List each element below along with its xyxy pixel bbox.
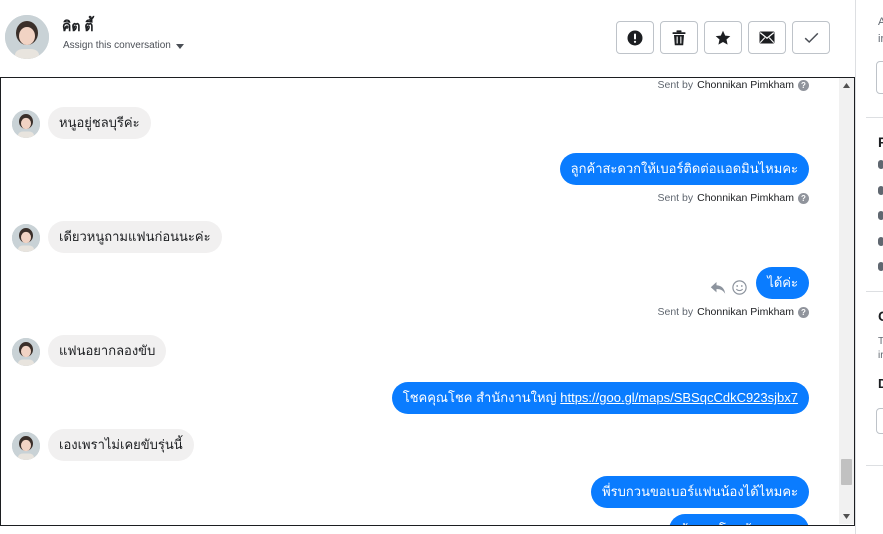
- panel-input[interactable]: [876, 61, 883, 94]
- star-button[interactable]: [704, 21, 742, 54]
- contact-avatar-small[interactable]: [12, 338, 40, 366]
- incoming-message[interactable]: หนูอยู่ชลบุรีค่ะ: [48, 107, 151, 139]
- incoming-message[interactable]: เดียวหนูถามแฟนก่อนนะค่ะ: [48, 221, 222, 253]
- message-thread[interactable]: Sent by Chonnikan Pimkham ? หนูอยู่ชลบุร…: [0, 77, 855, 526]
- conversation-header: คิต ตี้ Assign this conversation: [0, 0, 855, 78]
- panel-text: T: [878, 336, 883, 347]
- mark-done-button[interactable]: [792, 21, 830, 54]
- conversation-actions: [616, 21, 830, 54]
- assign-label: Assign this conversation: [63, 40, 171, 51]
- outgoing-message[interactable]: ได้ค่ะ: [756, 267, 809, 299]
- checkmark-icon: [804, 32, 818, 43]
- panel-text: A: [878, 16, 883, 28]
- incoming-message[interactable]: เองเพราไม่เคยขับรุ่นนี้: [48, 429, 194, 461]
- envelope-icon: [759, 31, 775, 44]
- panel-info-icon: [878, 160, 883, 169]
- mark-spam-button[interactable]: [616, 21, 654, 54]
- contact-avatar-small[interactable]: [12, 110, 40, 138]
- incoming-message[interactable]: แฟนอยากลองขับ: [48, 335, 167, 367]
- contact-avatar-small[interactable]: [12, 224, 40, 252]
- thread-scrollbar[interactable]: [839, 78, 854, 524]
- sender-name[interactable]: Chonnikan Pimkham: [697, 79, 794, 91]
- contact-avatar[interactable]: [5, 15, 49, 59]
- sender-name[interactable]: Chonnikan Pimkham: [697, 192, 794, 204]
- contact-avatar-small[interactable]: [12, 432, 40, 460]
- caret-down-icon: [175, 43, 184, 49]
- help-icon[interactable]: ?: [798, 79, 809, 91]
- sent-by-label: Sent by Chonnikan Pimkham ?: [658, 79, 809, 91]
- scroll-down-arrow-icon[interactable]: [839, 509, 854, 524]
- scrollbar-thumb[interactable]: [841, 459, 852, 485]
- reply-icon[interactable]: [710, 281, 726, 295]
- scroll-up-arrow-icon[interactable]: [839, 78, 854, 93]
- sent-by-label: Sent by Chonnikan Pimkham ?: [658, 306, 809, 318]
- mark-unread-button[interactable]: [748, 21, 786, 54]
- trash-icon: [672, 29, 686, 45]
- panel-info-icon: [878, 211, 883, 220]
- panel-section-title: D: [878, 376, 883, 391]
- divider: [866, 465, 883, 466]
- sender-name[interactable]: Chonnikan Pimkham: [697, 306, 794, 318]
- outgoing-message[interactable]: ลูกค้าสะดวกให้เบอร์ติดต่อแอดมินไหมคะ: [559, 153, 809, 185]
- sent-by-label: Sent by Chonnikan Pimkham ?: [658, 192, 809, 204]
- assign-conversation-dropdown[interactable]: Assign this conversation: [63, 40, 184, 51]
- maps-link[interactable]: https://goo.gl/maps/SBSqcCdkC923sjbx7: [560, 390, 798, 405]
- panel-dropdown[interactable]: [876, 408, 883, 434]
- delete-button[interactable]: [660, 21, 698, 54]
- contact-name[interactable]: คิต ตี้: [62, 16, 93, 38]
- panel-text: ir: [878, 350, 883, 361]
- inbox-conversation-view: คิต ตี้ Assign this conversation Sent by…: [0, 0, 883, 534]
- panel-info-icon: [878, 237, 883, 246]
- panel-text: ir: [878, 33, 883, 45]
- panel-info-icon: [878, 262, 883, 271]
- divider: [866, 117, 883, 118]
- exclamation-circle-icon: [627, 30, 643, 45]
- emoji-icon[interactable]: [732, 280, 747, 295]
- star-icon: [715, 30, 731, 45]
- message-reactions: [710, 280, 747, 295]
- help-icon[interactable]: ?: [798, 306, 809, 318]
- panel-section-title: C: [878, 308, 883, 324]
- outgoing-message[interactable]: โชคคุณโชค สำนักงานใหญ่ https://goo.gl/ma…: [391, 382, 809, 414]
- panel-section-title: P: [878, 134, 883, 150]
- panel-info-icon: [878, 186, 883, 195]
- outgoing-message[interactable]: ต้องขอโทษด้วยนะคะ: [668, 514, 809, 525]
- help-icon[interactable]: ?: [798, 192, 809, 204]
- outgoing-message[interactable]: พี่รบกวนขอเบอร์แฟนน้องได้ไหมคะ: [591, 476, 809, 508]
- divider: [866, 291, 883, 292]
